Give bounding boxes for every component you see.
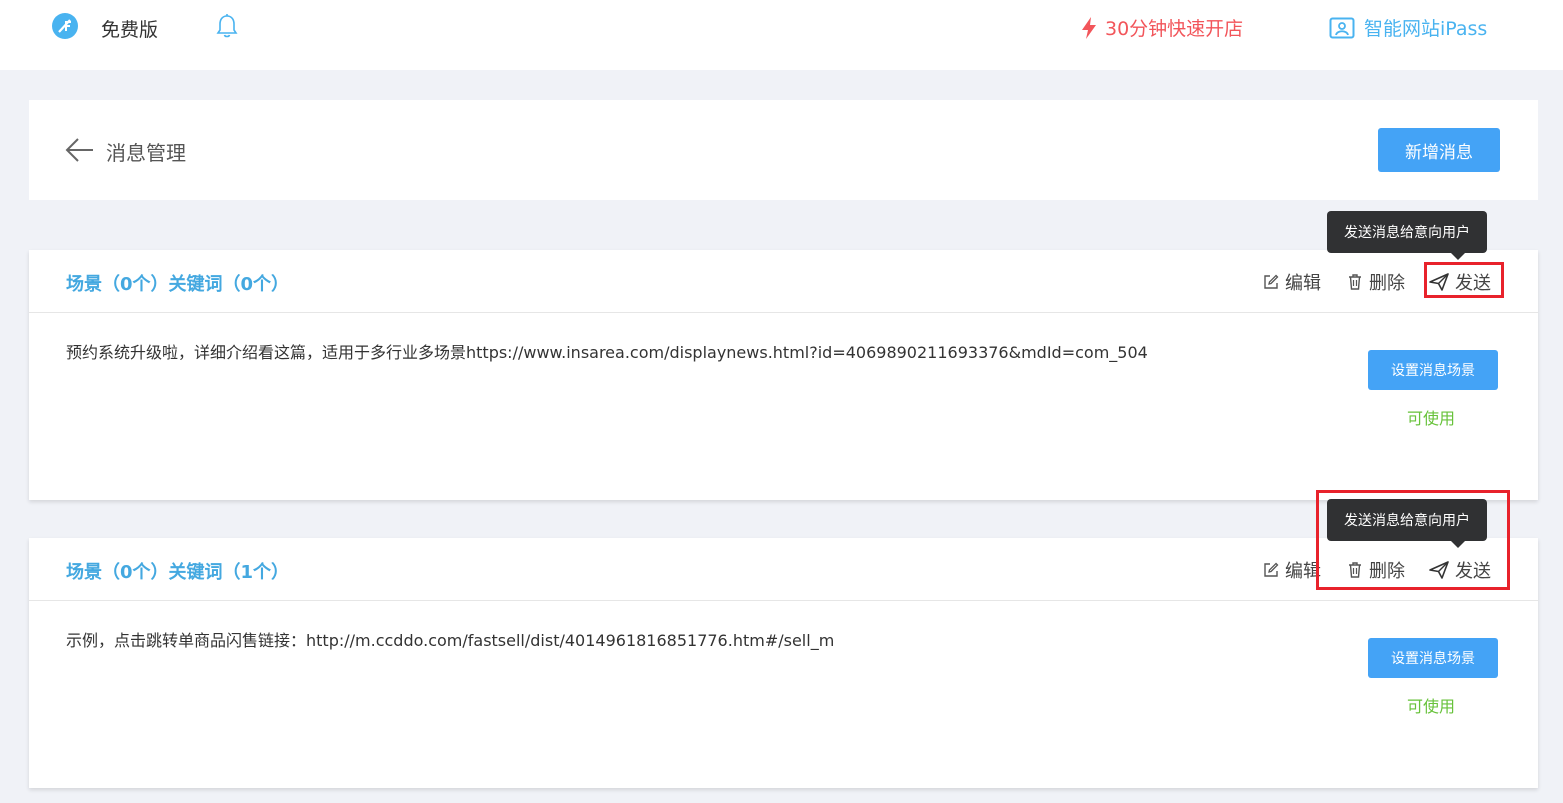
edit-button[interactable]: 编辑 bbox=[1263, 269, 1321, 295]
scene-keyword-summary: 场景（0个）关键词（0个） bbox=[66, 274, 290, 295]
set-message-scene-button[interactable]: 设置消息场景 bbox=[1368, 638, 1498, 678]
trash-icon bbox=[1349, 274, 1361, 290]
promo-label: 30分钟快速开店 bbox=[1105, 18, 1244, 40]
ipass-label: 智能网站iPass bbox=[1364, 18, 1488, 40]
send-tooltip: 发送消息给意向用户 bbox=[1327, 499, 1487, 548]
arrow-left-icon[interactable] bbox=[65, 137, 95, 167]
bell-icon[interactable] bbox=[215, 13, 239, 43]
message-card: 场景（0个）关键词（0个） 编辑 删除 发送 预约系统升级啦，详细介绍看这篇，适… bbox=[29, 250, 1538, 500]
lightning-icon bbox=[1082, 16, 1096, 39]
app-logo[interactable] bbox=[52, 13, 78, 39]
status-badge: 可使用 bbox=[1407, 697, 1456, 716]
status-badge: 可使用 bbox=[1407, 409, 1456, 428]
message-card-header: 场景（0个）关键词（1个） 编辑 删除 发送 bbox=[29, 538, 1538, 601]
edit-icon bbox=[1264, 274, 1279, 289]
edition-label: 免费版 bbox=[101, 19, 159, 41]
message-text: 预约系统升级啦，详细介绍看这篇，适用于多行业多场景https://www.ins… bbox=[66, 343, 1148, 362]
set-message-scene-button[interactable]: 设置消息场景 bbox=[1368, 350, 1498, 390]
portrait-frame-icon bbox=[1329, 17, 1355, 38]
scene-keyword-summary: 场景（0个）关键词（1个） bbox=[66, 562, 290, 583]
edit-icon bbox=[1264, 562, 1279, 577]
message-card-header: 场景（0个）关键词（0个） 编辑 删除 发送 bbox=[29, 250, 1538, 313]
send-tooltip: 发送消息给意向用户 bbox=[1327, 211, 1487, 260]
message-card: 场景（0个）关键词（1个） 编辑 删除 发送 示例，点击跳转单商品闪售链接：ht… bbox=[29, 538, 1538, 788]
delete-label: 删除 bbox=[1369, 273, 1405, 294]
send-highlight-box bbox=[1424, 262, 1504, 298]
edit-button[interactable]: 编辑 bbox=[1263, 557, 1321, 583]
top-bar: 免费版 30分钟快速开店 智能网站iPass bbox=[0, 0, 1563, 70]
add-message-button[interactable]: 新增消息 bbox=[1378, 128, 1500, 172]
quick-open-store-link[interactable]: 30分钟快速开店 bbox=[1079, 14, 1243, 41]
message-text: 示例，点击跳转单商品闪售链接：http://m.ccddo.com/fastse… bbox=[66, 631, 835, 650]
ipass-link[interactable]: 智能网站iPass bbox=[1329, 14, 1487, 41]
app-logo-icon bbox=[58, 19, 71, 33]
delete-button[interactable]: 删除 bbox=[1347, 269, 1405, 295]
page-header: 消息管理 新增消息 bbox=[29, 100, 1538, 200]
edit-label: 编辑 bbox=[1285, 273, 1321, 294]
page-title: 消息管理 bbox=[106, 141, 186, 165]
